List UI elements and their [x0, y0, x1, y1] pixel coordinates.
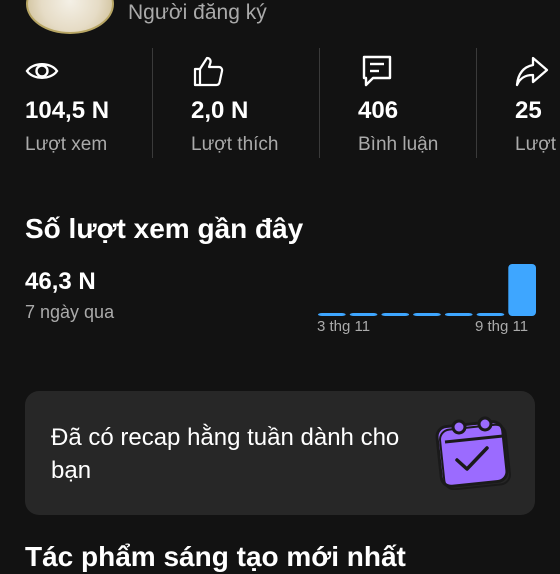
comments-value: 406	[358, 97, 399, 124]
chart-x-label-start: 3 thg 11	[317, 318, 371, 335]
shares-value: 25	[515, 97, 542, 124]
chart-bar	[349, 313, 378, 316]
share-icon	[515, 56, 549, 87]
calendar-check-icon	[435, 416, 511, 490]
divider	[476, 48, 477, 158]
eye-icon	[25, 63, 59, 79]
chart-x-label-end: 9 thg 11	[475, 318, 529, 335]
shares-label: Lượt	[515, 134, 557, 155]
recap-text: Đã có recap hằng tuần dành cho bạn	[51, 424, 400, 484]
subscribers-label: Người đăng ký	[128, 1, 267, 24]
divider	[319, 48, 320, 158]
latest-creations-title: Tác phẩm sáng tạo mới nhất	[25, 541, 406, 572]
likes-label: Lượt thích	[191, 134, 279, 155]
channel-avatar[interactable]	[26, 0, 114, 34]
chart-bar	[318, 313, 346, 316]
divider	[152, 48, 153, 158]
views-value: 104,5 N	[25, 97, 110, 124]
stat-views[interactable]: 104,5 N Lượt xem	[25, 46, 155, 166]
stat-likes[interactable]: 2,0 N Lượt thích	[191, 46, 321, 166]
weekly-recap-card[interactable]: Đã có recap hằng tuần dành cho bạn	[25, 391, 535, 515]
stat-shares[interactable]: 25 Lượt	[515, 46, 560, 166]
chart-bar	[381, 313, 410, 316]
recent-views-title: Số lượt xem gần đây	[25, 213, 304, 244]
chart-bar	[508, 264, 536, 316]
recent-views-period: 7 ngày qua	[25, 302, 115, 322]
views-label: Lượt xem	[25, 134, 108, 155]
chart-bar	[413, 313, 441, 316]
comment-icon	[362, 55, 392, 87]
chart-bar	[444, 313, 473, 316]
thumbs-up-icon	[193, 56, 224, 87]
recent-views-value: 46,3 N	[25, 268, 96, 295]
comments-label: Bình luận	[358, 134, 439, 155]
likes-value: 2,0 N	[191, 97, 249, 124]
chart-bar	[476, 313, 505, 316]
stat-comments[interactable]: 406 Bình luận	[358, 46, 468, 166]
